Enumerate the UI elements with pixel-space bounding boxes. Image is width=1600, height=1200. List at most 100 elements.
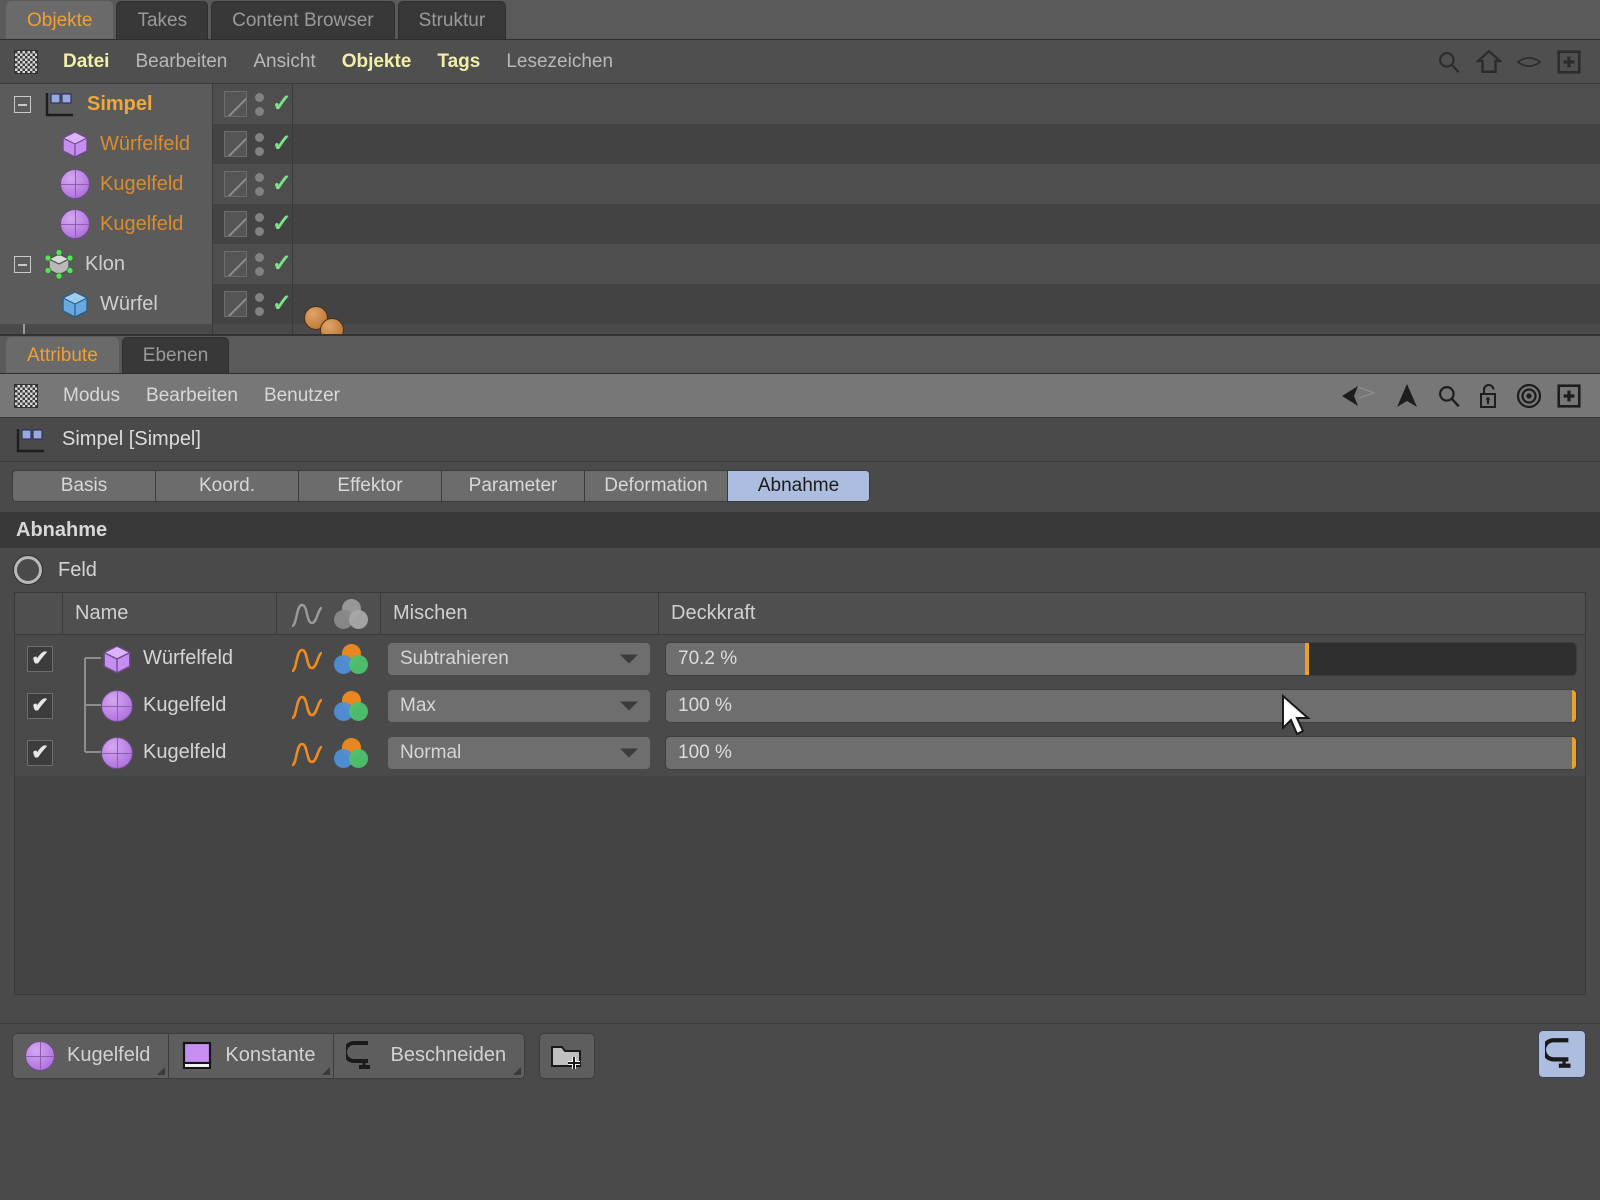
tab-parameter[interactable]: Parameter [441,470,584,502]
enable-check-icon[interactable]: ✓ [272,252,292,276]
row-icons-cell[interactable] [277,635,381,682]
visibility-cell[interactable]: ✓ [212,84,292,124]
enable-check-icon[interactable]: ✓ [272,132,292,156]
enable-check-icon[interactable]: ✓ [272,92,292,116]
visibility-cell[interactable]: ✓ [212,284,292,324]
tree-cell-kugelfeld-2[interactable]: Kugelfeld [0,204,212,244]
tab-effektor[interactable]: Effektor [298,470,441,502]
display-toggle-icon[interactable] [224,211,247,237]
table-row[interactable]: Klon ✓ [0,244,1600,284]
visibility-dots[interactable] [254,132,264,156]
tab-deformation[interactable]: Deformation [584,470,727,502]
clamp-toggle-button[interactable] [1538,1030,1586,1078]
row-icons-cell[interactable] [277,682,381,729]
display-toggle-icon[interactable] [224,291,247,317]
tree-cell-kugelfeld-1[interactable]: Kugelfeld [0,164,212,204]
unlock-icon[interactable] [1476,383,1502,409]
row-checkbox-cell[interactable]: ✔ [15,682,63,729]
menu-datei[interactable]: Datei [50,51,122,73]
table-row[interactable]: Kugelfeld ✓ [0,164,1600,204]
grip-handle[interactable] [14,49,38,74]
mix-mode-dropdown[interactable]: Max [387,688,651,723]
tab-attribute[interactable]: Attribute [6,337,119,373]
venn-icon[interactable] [334,643,368,674]
enable-check-icon[interactable]: ✓ [272,292,292,316]
new-folder-button[interactable] [539,1032,596,1079]
mix-mode-dropdown[interactable]: Subtrahieren [387,641,651,676]
object-manager-tree[interactable]: Simpel ✓ Würfelfeld ✓ Kugelfeld ✓ Kugelf… [0,84,1600,336]
checkbox[interactable]: ✔ [27,692,53,719]
home-icon[interactable] [1476,49,1502,75]
eye-icon[interactable] [1516,49,1542,75]
search-icon[interactable] [1436,49,1462,75]
add-beschneiden-button[interactable]: Beschneiden [333,1032,526,1079]
display-toggle-icon[interactable] [224,91,247,117]
opacity-slider[interactable]: 70.2 % [665,641,1577,676]
tab-struktur[interactable]: Struktur [397,1,507,39]
field-list-empty-area[interactable] [15,776,1585,994]
target-icon[interactable] [1516,383,1542,409]
visibility-dots[interactable] [254,292,264,316]
forward-arrow-icon[interactable] [1392,381,1422,411]
add-kugelfeld-button[interactable]: Kugelfeld [12,1032,170,1079]
table-row[interactable]: ✔ Kugelfeld [15,682,1585,729]
mix-mode-dropdown[interactable]: Normal [387,735,651,770]
row-opacity-cell[interactable]: 70.2 % [659,635,1585,682]
grip-handle[interactable] [14,383,38,408]
display-toggle-icon[interactable] [224,171,247,197]
tab-basis[interactable]: Basis [12,470,155,502]
curve-icon[interactable] [290,738,324,768]
row-name-cell[interactable]: Würfelfeld [63,635,277,682]
curve-icon[interactable] [290,691,324,721]
menu-modus[interactable]: Modus [50,385,133,407]
opacity-slider[interactable]: 100 % [665,688,1577,723]
tree-cell-klon[interactable]: Klon [0,244,212,284]
visibility-cell[interactable]: ✓ [212,204,292,244]
table-row[interactable]: ✔ Kugelfeld [15,729,1585,776]
row-icons-cell[interactable] [277,729,381,776]
menu-tags[interactable]: Tags [424,51,493,73]
menu-lesezeichen[interactable]: Lesezeichen [493,51,626,73]
menu-bearbeiten-attr[interactable]: Bearbeiten [133,385,251,407]
table-row[interactable]: ✔ Würfelfeld Subtrahieren 70.2 % [15,635,1585,682]
tab-objekte[interactable]: Objekte [6,1,114,39]
tag-icon[interactable] [320,318,344,334]
add-konstante-button[interactable]: Konstante [168,1032,335,1079]
search-icon[interactable] [1436,383,1462,409]
row-mix-cell[interactable]: Normal [381,729,659,776]
row-name-cell[interactable]: Kugelfeld [63,682,277,729]
enable-check-icon[interactable]: ✓ [272,212,292,236]
menu-objekte[interactable]: Objekte [329,51,425,73]
visibility-dots[interactable] [254,212,264,236]
menu-bearbeiten[interactable]: Bearbeiten [122,51,240,73]
row-name-cell[interactable]: Kugelfeld [63,729,277,776]
add-box-icon[interactable] [1556,49,1582,75]
row-mix-cell[interactable]: Max [381,682,659,729]
display-toggle-icon[interactable] [224,251,247,277]
add-box-icon[interactable] [1556,383,1582,409]
checkbox[interactable]: ✔ [27,739,53,766]
curve-icon[interactable] [290,644,324,674]
row-mix-cell[interactable]: Subtrahieren [381,635,659,682]
visibility-dots[interactable] [254,92,264,116]
table-row[interactable]: Würfel ✓ [0,284,1600,334]
tab-abnahme[interactable]: Abnahme [727,470,870,502]
expander-klon[interactable] [14,255,31,273]
table-row[interactable]: Simpel ✓ [0,84,1600,124]
display-toggle-icon[interactable] [224,131,247,157]
row-opacity-cell[interactable]: 100 % [659,729,1585,776]
opacity-slider[interactable]: 100 % [665,735,1577,770]
tab-takes[interactable]: Takes [116,1,209,39]
visibility-cell[interactable]: ✓ [212,124,292,164]
table-row[interactable]: Würfelfeld ✓ [0,124,1600,164]
visibility-dots[interactable] [254,172,264,196]
back-arrow-icon[interactable] [1338,382,1378,410]
venn-icon[interactable] [334,737,368,768]
enable-check-icon[interactable]: ✓ [272,172,292,196]
row-checkbox-cell[interactable]: ✔ [15,635,63,682]
tree-cell-wuerfel[interactable]: Würfel [0,284,212,324]
menu-ansicht[interactable]: Ansicht [240,51,328,73]
menu-benutzer[interactable]: Benutzer [251,385,353,407]
tab-ebenen[interactable]: Ebenen [121,337,230,373]
venn-icon[interactable] [334,690,368,721]
